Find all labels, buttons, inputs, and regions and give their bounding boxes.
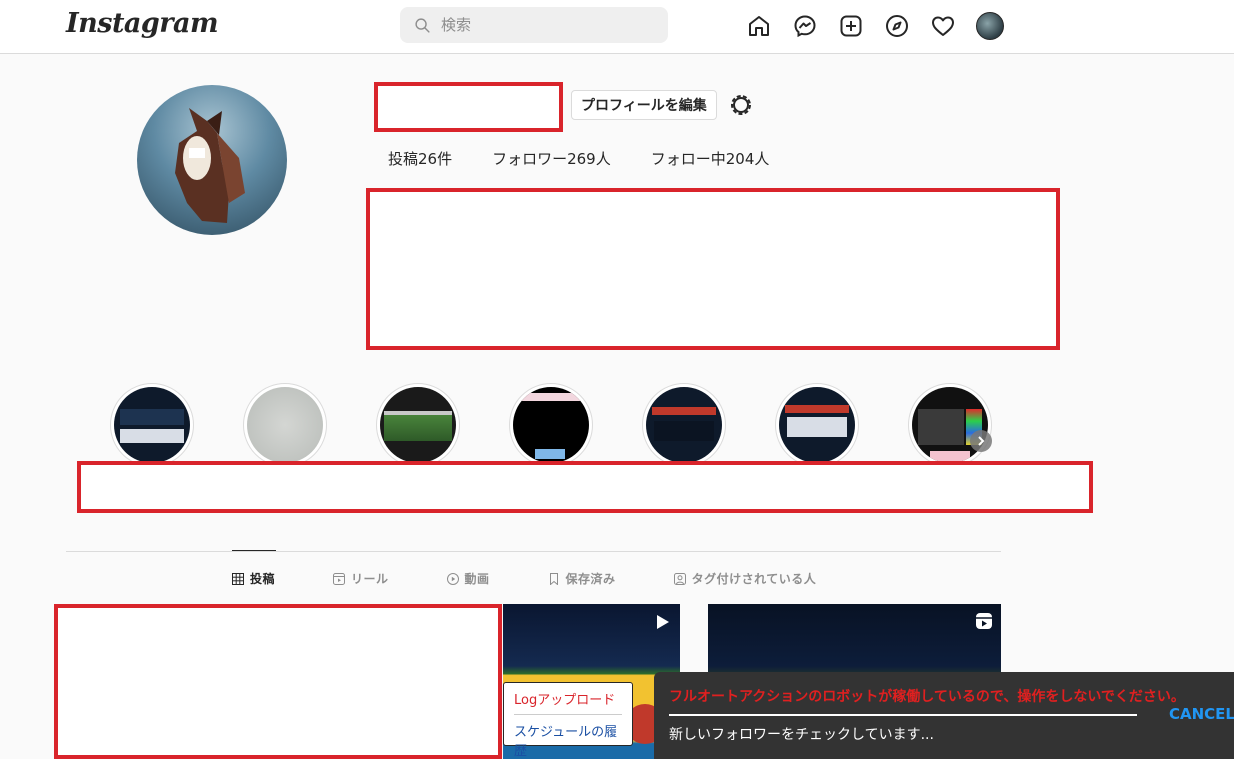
- tab-posts[interactable]: 投稿: [232, 570, 275, 587]
- toast-progress-line: [669, 714, 1137, 716]
- activity-heart-icon[interactable]: [930, 13, 956, 39]
- search-box[interactable]: [400, 7, 668, 43]
- highlight-item[interactable]: [908, 383, 992, 467]
- highlight-item[interactable]: [509, 383, 593, 467]
- redacted-highlight-captions: [77, 461, 1093, 513]
- highlight-item[interactable]: [642, 383, 726, 467]
- video-icon: [446, 572, 459, 585]
- search-input[interactable]: [441, 16, 661, 34]
- automation-status-toast: フルオートアクションのロボットが稼働しているので、操作をしないでください。 新し…: [654, 672, 1234, 759]
- tab-label: タグ付けされている人: [691, 572, 817, 586]
- profile-picture[interactable]: [137, 85, 287, 235]
- grid-icon: [232, 572, 244, 585]
- profile-tabs: 投稿 リール 動画 保存済み タグ付けされている人: [232, 570, 856, 587]
- tab-label: 動画: [464, 572, 490, 586]
- chevron-right-icon: [978, 436, 985, 446]
- highlight-item[interactable]: [376, 383, 460, 467]
- settings-gear-icon[interactable]: [729, 93, 753, 117]
- explore-icon[interactable]: [884, 13, 910, 39]
- home-icon[interactable]: [746, 13, 772, 39]
- tabs-divider: [66, 551, 1001, 552]
- profile-stats: 投稿26件 フォロワー269人 フォロー中204人: [388, 148, 809, 169]
- tab-label: 投稿: [250, 572, 276, 586]
- tag-person-icon: [673, 572, 686, 585]
- highlight-item[interactable]: [775, 383, 859, 467]
- extension-context-menu: Logアップロード スケジュールの履歴: [503, 682, 633, 759]
- active-tab-indicator: [232, 550, 276, 551]
- video-play-icon: [657, 615, 669, 629]
- redacted-bio: [366, 188, 1060, 350]
- top-nav-bar: Instagram: [0, 0, 1234, 54]
- messenger-icon[interactable]: [792, 13, 818, 39]
- instagram-logo[interactable]: Instagram: [66, 8, 219, 39]
- cancel-button[interactable]: CANCEL: [1169, 705, 1234, 723]
- toast-status-text: 新しいフォロワーをチェックしています...: [669, 727, 934, 743]
- toast-warning-text: フルオートアクションのロボットが稼働しているので、操作をしないでください。: [669, 689, 1185, 705]
- bookmark-icon: [549, 572, 558, 585]
- highlights-next-button[interactable]: [970, 430, 992, 452]
- redacted-username: [374, 82, 563, 132]
- posts-count: 投稿26件: [388, 150, 453, 168]
- redacted-post: [54, 604, 502, 759]
- tab-tagged[interactable]: タグ付けされている人: [673, 570, 817, 587]
- tab-videos[interactable]: 動画: [446, 570, 490, 587]
- reels-icon: [333, 572, 346, 585]
- following-count[interactable]: フォロー中204人: [651, 148, 770, 169]
- highlight-item[interactable]: [110, 383, 194, 467]
- highlight-item[interactable]: [243, 383, 327, 467]
- tab-reels[interactable]: リール: [333, 570, 389, 587]
- edit-profile-button[interactable]: プロフィールを編集: [571, 90, 717, 120]
- search-icon: [415, 17, 430, 33]
- nav-profile-avatar[interactable]: [976, 12, 1004, 40]
- followers-count[interactable]: フォロワー269人: [492, 148, 611, 169]
- new-post-icon[interactable]: [838, 13, 864, 39]
- story-highlights: [110, 383, 1041, 467]
- log-upload-menu-item[interactable]: Logアップロード: [514, 689, 622, 715]
- tab-label: 保存済み: [565, 572, 616, 586]
- tab-label: リール: [351, 572, 389, 586]
- tab-saved[interactable]: 保存済み: [548, 570, 616, 587]
- schedule-history-menu-item[interactable]: スケジュールの履歴: [514, 715, 622, 759]
- reels-badge-icon: [976, 613, 992, 629]
- horse-profile-image: [175, 108, 245, 223]
